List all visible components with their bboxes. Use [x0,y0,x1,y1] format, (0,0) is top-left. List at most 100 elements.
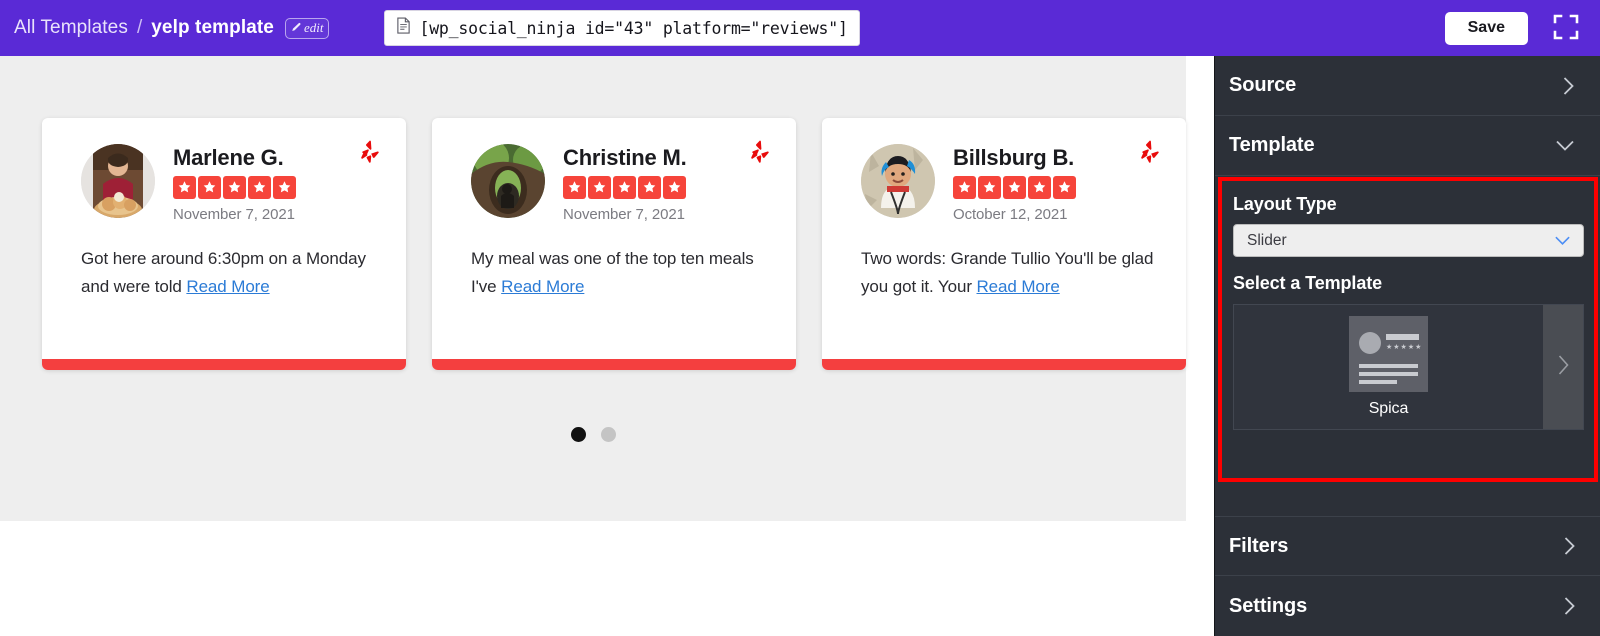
template-option-spica[interactable]: ★★★★★ Spica [1234,305,1543,429]
breadcrumb-current-template: yelp template [151,17,274,38]
star-icon [588,176,611,200]
review-meta: Marlene G. November 7, 2021 [173,144,296,223]
reviewer-name: Marlene G. [173,145,284,170]
select-template-label: Select a Template [1233,273,1383,293]
layout-type-label: Layout Type [1233,194,1337,214]
thumb-stars-icon: ★★★★★ [1386,344,1423,351]
sidebar-section-label: Template [1229,134,1315,156]
template-carousel: ★★★★★ Spica [1233,304,1584,430]
chevron-right-icon [1563,536,1576,556]
template-carousel-next-button[interactable] [1543,305,1583,429]
review-header: Billsburg B. October 12, 2021 [822,118,1186,223]
star-icon [638,176,661,200]
star-icon [1003,176,1026,200]
sidebar-section-template[interactable]: Template [1215,116,1600,176]
star-rating [173,176,296,200]
read-more-link[interactable]: Read More [186,277,269,296]
star-icon [563,176,586,200]
review-date: November 7, 2021 [173,206,295,224]
sidebar-section-filters[interactable]: Filters [1215,516,1600,576]
shortcode-text: [wp_social_ninja id="43" platform="revie… [419,18,848,38]
read-more-link[interactable]: Read More [501,277,584,296]
pagination-dot[interactable] [600,427,616,442]
star-icon [273,176,296,200]
review-text: My meal was one of the top ten meals I'v… [432,223,796,300]
review-text: Two words: Grande Tullio You'll be glad … [822,223,1186,300]
top-bar: All Templates / yelp template edit [wp_s… [0,0,1600,56]
card-accent-bar [42,359,406,370]
fullscreen-button[interactable] [1549,11,1583,45]
template-settings-panel: Layout Type Slider Select a Template ★★★… [1218,177,1598,482]
sidebar-bottom-sections: Filters Settings [1215,516,1600,636]
reviewer-name: Billsburg B. [953,145,1075,170]
sidebar-section-label: Source [1229,74,1297,96]
slider-pagination [0,427,1186,442]
star-icon [198,176,221,200]
sidebar-section-label: Settings [1229,594,1308,617]
reviewer-name: Christine M. [563,145,687,170]
star-icon [613,176,636,200]
review-header: Marlene G. November 7, 2021 [42,118,406,223]
template-option-label: Spica [1368,400,1409,417]
avatar [861,144,935,218]
sidebar-section-source[interactable]: Source [1215,56,1600,116]
review-card[interactable]: Marlene G. November 7, 2021 Got here aro… [42,118,406,370]
sidebar-section-settings[interactable]: Settings [1215,576,1600,636]
chevron-right-icon [1557,354,1570,381]
yelp-burst-icon [748,140,774,167]
thumb-text-line [1359,372,1418,376]
review-header: Christine M. November 7, 2021 [432,118,796,223]
review-card[interactable]: Christine M. November 7, 2021 My meal wa… [432,118,796,370]
star-icon [173,176,196,200]
sidebar-section-label: Filters [1229,534,1289,557]
settings-sidebar: Source Template Layout Type Slider Selec… [1214,56,1600,636]
shortcode-field[interactable]: [wp_social_ninja id="43" platform="revie… [384,10,860,46]
chevron-right-icon [1563,596,1576,616]
star-icon [1028,176,1051,200]
preview-canvas: Marlene G. November 7, 2021 Got here aro… [0,56,1214,636]
star-icon [953,176,976,200]
thumb-text-line [1359,380,1397,384]
reviews-slider: Marlene G. November 7, 2021 Got here aro… [42,118,1186,370]
layout-type-select[interactable]: Slider [1233,224,1584,257]
thumb-name-bar [1386,334,1419,340]
pencil-icon [290,22,302,34]
review-date: October 12, 2021 [953,206,1068,224]
star-rating [563,176,687,200]
card-preview-thumb-icon: ★★★★★ [1349,316,1428,392]
pagination-dot-active[interactable] [570,427,586,442]
read-more-link[interactable]: Read More [977,277,1060,296]
chevron-right-icon [1562,76,1575,96]
avatar [471,144,545,218]
review-card[interactable]: Billsburg B. October 12, 2021 Two words:… [822,118,1186,370]
edit-label: edit [303,19,324,35]
review-text: Got here around 6:30pm on a Monday and w… [42,223,406,300]
card-accent-bar [432,359,796,370]
star-icon [1053,176,1076,200]
edit-template-button[interactable]: edit [284,17,330,39]
card-accent-bar [822,359,1186,370]
star-icon [978,176,1001,200]
thumb-avatar-icon [1359,332,1381,354]
star-rating [953,176,1076,200]
yelp-burst-icon [1138,140,1164,167]
avatar [81,144,155,218]
review-meta: Christine M. November 7, 2021 [563,144,687,223]
star-icon [223,176,246,200]
thumb-text-line [1359,364,1418,368]
layout-type-value: Slider [1247,231,1287,249]
star-icon [663,176,686,200]
breadcrumb-all-templates[interactable]: All Templates [14,17,128,39]
chevron-down-icon [1555,139,1575,152]
star-icon [248,176,271,200]
yelp-burst-icon [358,140,384,167]
document-icon [396,17,411,39]
review-meta: Billsburg B. October 12, 2021 [953,144,1076,223]
chevron-down-icon [1554,235,1571,246]
review-date: November 7, 2021 [563,206,685,224]
fullscreen-icon [1552,13,1580,44]
save-button[interactable]: Save [1444,11,1528,45]
breadcrumb: All Templates / yelp template edit [0,17,330,39]
top-bar-actions: Save [1444,0,1583,56]
preview-stage: Marlene G. November 7, 2021 Got here aro… [0,56,1186,521]
